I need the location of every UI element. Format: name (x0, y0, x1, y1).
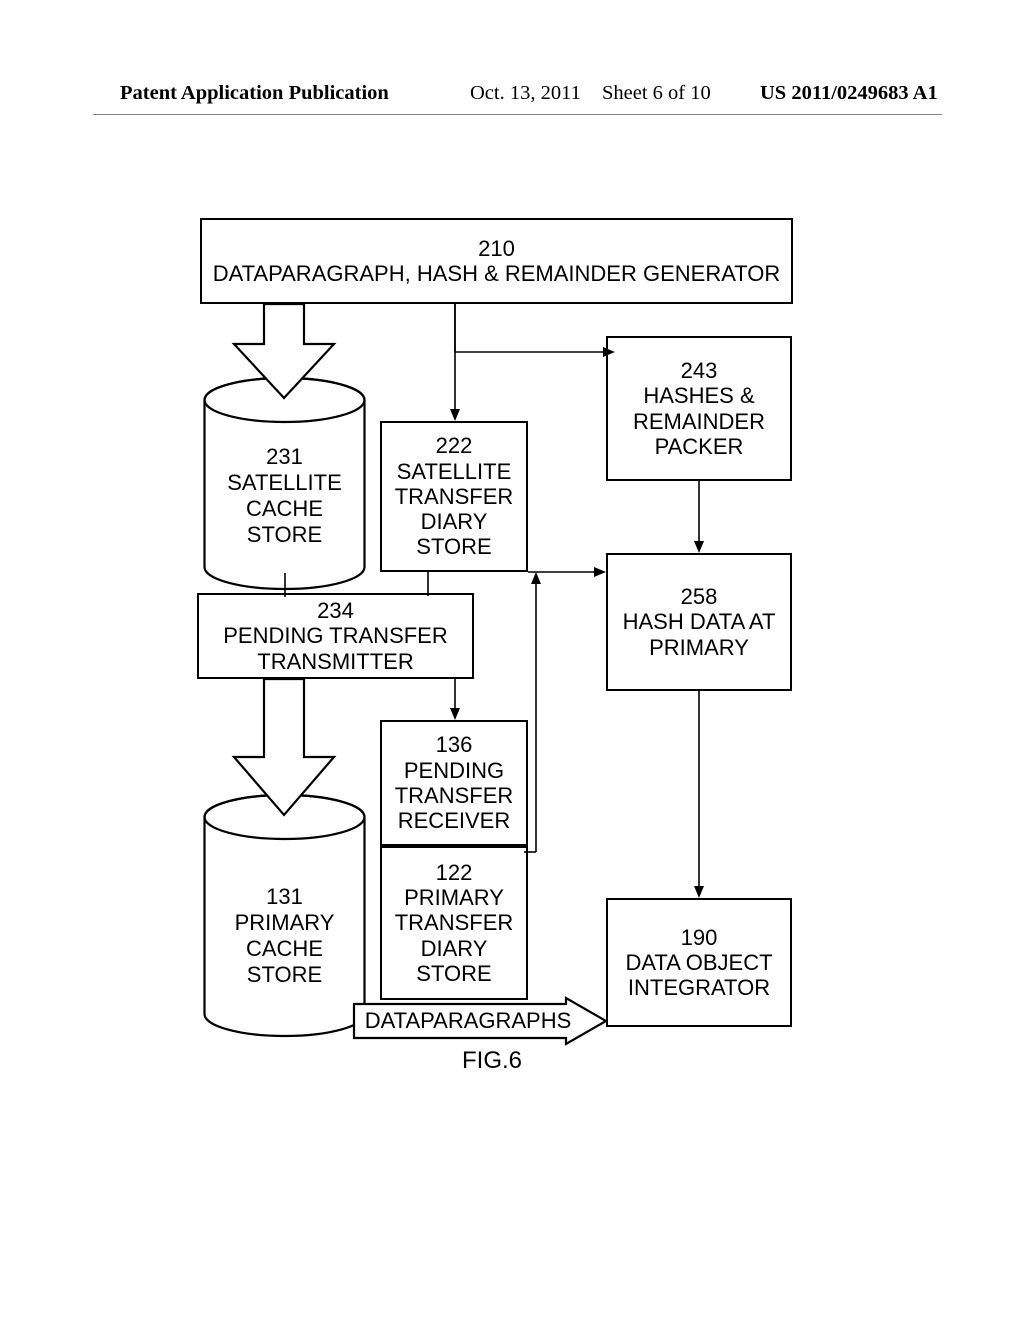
figure-6-diagram: 210 DATAPARAGRAPH, HASH & REMAINDER GENE… (162, 218, 819, 1078)
box-122-primary-transfer-diary-store: 122 PRIMARY TRANSFER DIARY STORE (380, 846, 528, 1000)
connector-222-to-234 (421, 572, 435, 596)
block-arrow-234-to-131 (234, 679, 334, 817)
arrow-234-to-136 (448, 679, 462, 720)
box-ref: 243 (681, 358, 718, 383)
page-header: Patent Application Publication Oct. 13, … (0, 82, 1024, 112)
block-arrow-210-to-231 (234, 304, 334, 400)
box-label: HASH DATA AT PRIMARY (614, 609, 784, 660)
box-ref: 122 (436, 860, 473, 885)
header-divider (93, 114, 942, 115)
box-ref: 234 (317, 598, 354, 623)
arrow-210-to-222 (448, 304, 462, 421)
box-234-pending-transfer-transmitter: 234 PENDING TRANSFER TRANSMITTER (197, 593, 474, 679)
box-190-data-object-integrator: 190 DATA OBJECT INTEGRATOR (606, 898, 792, 1027)
arrow-210-to-243 (455, 304, 615, 356)
cyl-label-l3: STORE (247, 522, 322, 547)
cyl-ref: 131 (266, 884, 303, 909)
cylinder-131-primary-cache-store: 131 PRIMARY CACHE STORE (202, 793, 367, 1038)
arrow-122-to-222-feedback (524, 572, 546, 852)
block-arrow-dataparagraphs: DATAPARAGRAPHS (354, 998, 606, 1044)
box-222-satellite-transfer-diary-store: 222 SATELLITE TRANSFER DIARY STORE (380, 421, 528, 572)
cyl-label-l1: SATELLITE (227, 470, 342, 495)
box-label: DATAPARAGRAPH, HASH & REMAINDER GENERATO… (213, 261, 781, 286)
box-243-hashes-remainder-packer: 243 HASHES & REMAINDER PACKER (606, 336, 792, 481)
cyl-label-l2: CACHE (246, 496, 323, 521)
header-sheet: Sheet 6 of 10 (602, 82, 711, 105)
connector-231-to-234 (278, 573, 292, 597)
box-ref: 258 (681, 584, 718, 609)
box-label: PRIMARY TRANSFER DIARY STORE (388, 885, 520, 986)
box-label: HASHES & REMAINDER PACKER (614, 383, 784, 459)
header-left: Patent Application Publication (120, 82, 389, 105)
arrow-label: DATAPARAGRAPHS (365, 1008, 572, 1033)
box-ref: 190 (681, 925, 718, 950)
arrow-258-to-190 (692, 691, 706, 898)
box-210-dataparagraph-generator: 210 DATAPARAGRAPH, HASH & REMAINDER GENE… (200, 218, 793, 304)
box-label: DATA OBJECT INTEGRATOR (614, 950, 784, 1001)
box-ref: 222 (436, 433, 473, 458)
cyl-label-l1: PRIMARY (235, 910, 335, 935)
cyl-label-l3: STORE (247, 962, 322, 987)
header-right: US 2011/0249683 A1 (760, 82, 938, 105)
cylinder-231-satellite-cache-store: 231 SATELLITE CACHE STORE (202, 376, 367, 591)
cyl-label-l2: CACHE (246, 936, 323, 961)
box-label: PENDING TRANSFER TRANSMITTER (205, 623, 466, 674)
box-258-hash-data-at-primary: 258 HASH DATA AT PRIMARY (606, 553, 792, 691)
figure-caption: FIG.6 (412, 1047, 572, 1075)
box-ref: 210 (478, 236, 515, 261)
box-136-pending-transfer-receiver: 136 PENDING TRANSFER RECEIVER (380, 720, 528, 846)
box-label: PENDING TRANSFER RECEIVER (388, 758, 520, 834)
box-ref: 136 (436, 732, 473, 757)
arrow-243-to-258 (692, 481, 706, 553)
box-label: SATELLITE TRANSFER DIARY STORE (388, 459, 520, 560)
header-date: Oct. 13, 2011 (470, 82, 581, 105)
cyl-ref: 231 (266, 444, 303, 469)
